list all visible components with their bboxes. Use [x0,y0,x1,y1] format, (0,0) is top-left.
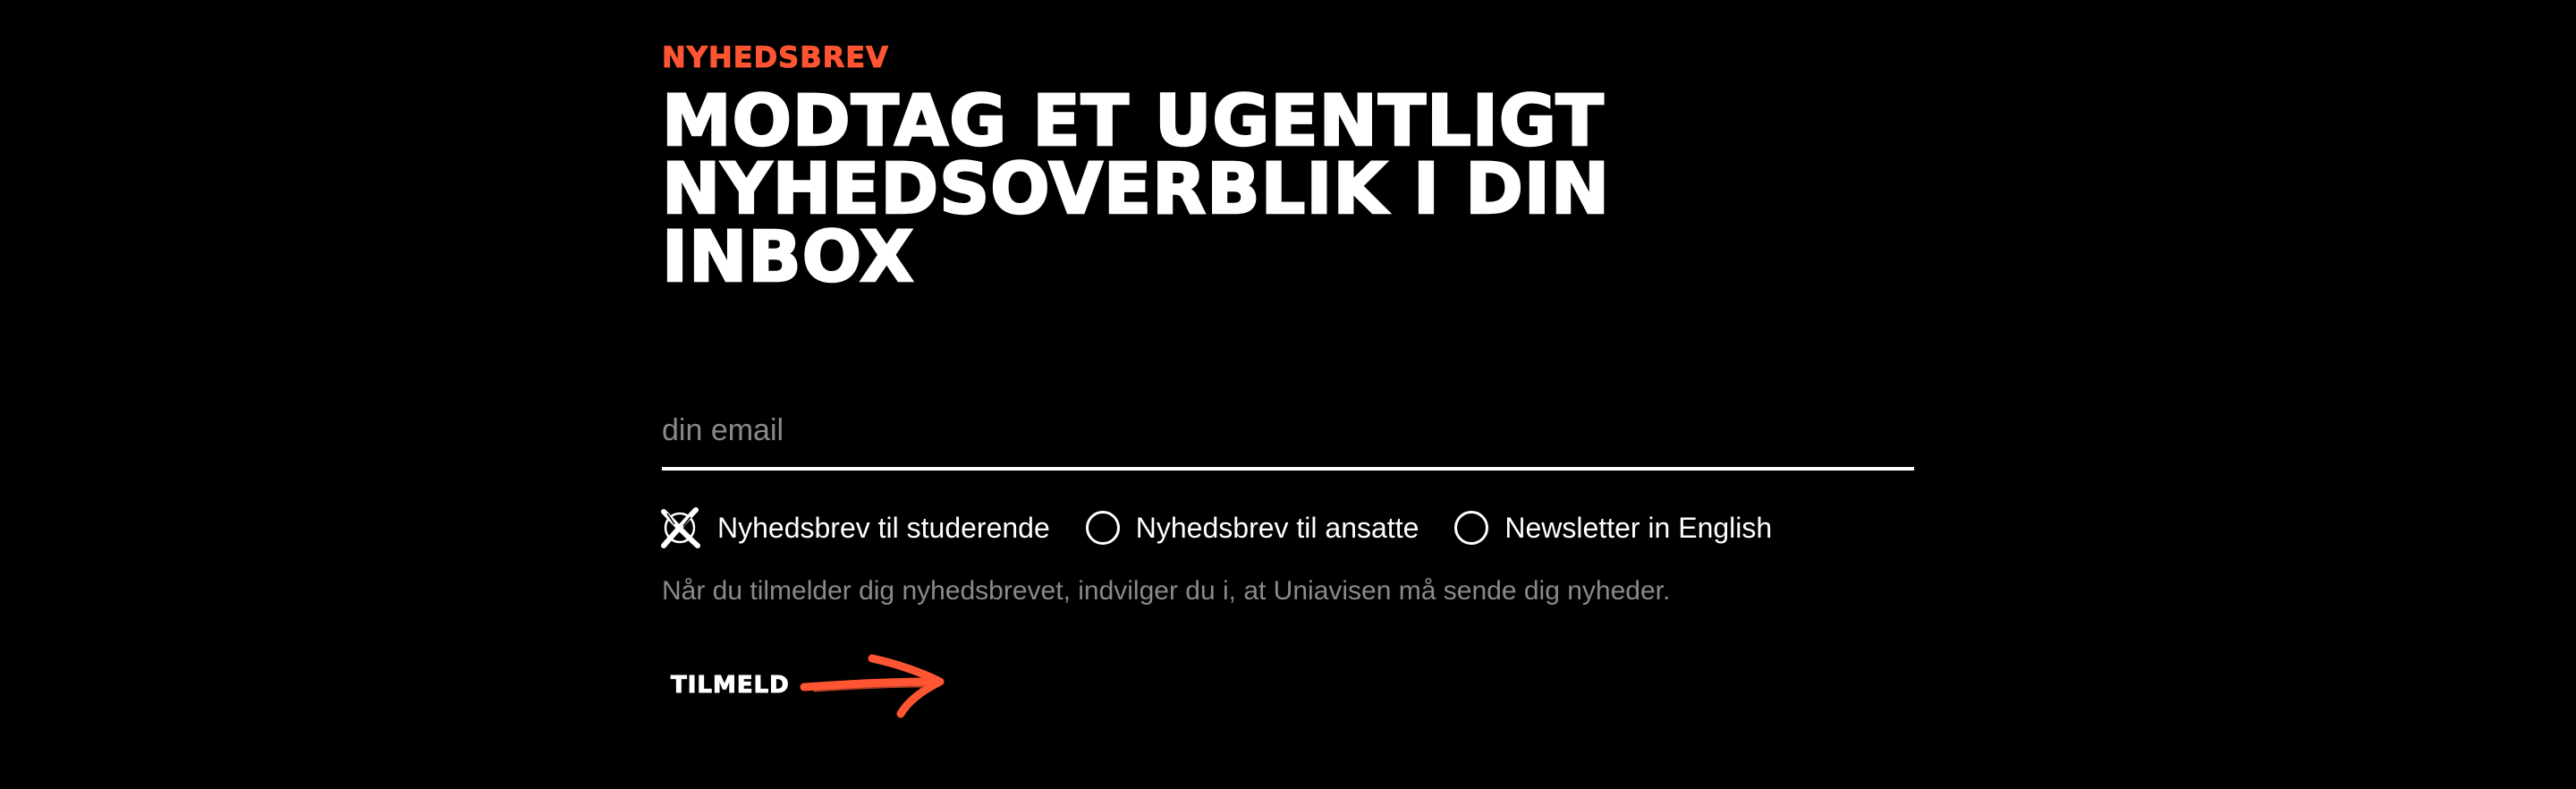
headline-line-3: INBOX [661,217,915,298]
arrow-right-icon [800,654,945,718]
subscribe-button-label: TILMELD [671,672,790,700]
option-students[interactable]: Nyhedsbrev til studerende [661,505,1050,551]
option-employees-label: Nyhedsbrev til ansatte [1135,511,1419,544]
option-english-label: Newsletter in English [1504,511,1773,544]
option-employees[interactable]: Nyhedsbrev til ansatte [1085,511,1419,545]
headline-line-2: NYHEDSOVERBLIK I DIN [661,149,1611,230]
section-eyebrow: NYHEDSBREV [662,40,889,75]
subscribe-button[interactable]: TILMELD [671,649,949,721]
headline-line-1: MODTAG ET UGENTLIGT [661,81,1605,162]
page-title: MODTAG ET UGENTLIGT NYHEDSOVERBLIK I DIN… [661,81,1914,298]
consent-text: Når du tilmelder dig nyhedsbrevet, indvi… [662,576,1671,606]
option-students-label: Nyhedsbrev til studerende [717,511,1050,544]
x-mark-icon [661,507,700,548]
newsletter-options: Nyhedsbrev til studerende Nyhedsbrev til… [661,505,1808,551]
option-english[interactable]: Newsletter in English [1454,511,1772,545]
radio-circle-icon [1454,511,1489,545]
email-input[interactable] [662,394,1914,471]
radio-circle-icon [1085,511,1120,545]
